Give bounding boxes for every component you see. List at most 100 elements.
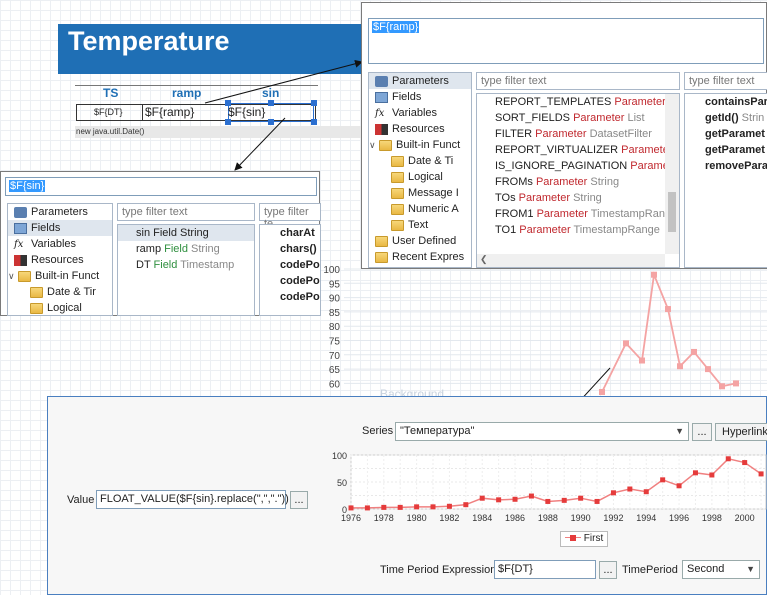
method-item[interactable]: codePo xyxy=(260,273,320,289)
list-item[interactable]: SORT_FIELDS Parameter List xyxy=(477,110,679,126)
sin-filter-input[interactable]: type filter text xyxy=(117,203,255,221)
list-item[interactable]: FROM1 Parameter TimestampRang xyxy=(477,206,679,222)
chevron-down-icon[interactable]: ∨ xyxy=(369,137,379,153)
sin-method-list[interactable]: charAt chars() codePo codePo codePo xyxy=(259,224,321,316)
method-item[interactable]: removePara xyxy=(685,158,767,174)
data-point xyxy=(627,486,633,492)
value-ellipsis-button[interactable]: ... xyxy=(290,491,308,509)
ramp_editor-tree-item[interactable]: User Defined xyxy=(369,233,471,249)
data-point xyxy=(479,495,485,501)
sin-item-list[interactable]: sin Field String ramp Field String DT Fiel… xyxy=(117,224,255,316)
list-item[interactable]: ramp Field String xyxy=(118,241,254,257)
ramp_editor-tree-item[interactable]: Text xyxy=(369,217,471,233)
series-ellipsis-button[interactable]: ... xyxy=(692,423,712,441)
item-name: SORT_FIELDS xyxy=(495,112,570,124)
list-item[interactable]: DT Field Timestamp xyxy=(118,257,254,273)
resources-icon xyxy=(375,123,388,135)
folder-icon xyxy=(391,155,404,167)
ramp_editor-tree-item[interactable]: Parameters xyxy=(369,73,471,89)
method-item[interactable]: chars() xyxy=(260,241,320,257)
y-tick-label: 100 xyxy=(323,265,340,276)
x-tick-label: 1988 xyxy=(538,513,558,523)
ramp_editor-tree-item[interactable]: Date & Ti xyxy=(369,153,471,169)
method-item[interactable]: containsPara xyxy=(685,94,767,110)
report-cell-dt[interactable]: $F{DT} xyxy=(94,107,123,117)
method-item[interactable]: getId() Strin xyxy=(685,110,767,126)
list-item[interactable]: FROMs Parameter String xyxy=(477,174,679,190)
sin_editor-tree-item[interactable]: fx Variables xyxy=(8,236,112,252)
data-point xyxy=(610,490,616,496)
sin_editor-tree-item[interactable]: Fields xyxy=(8,220,112,236)
sin-category-tree[interactable]: Parameters Fields fx Variables Resources ∨ Bui… xyxy=(7,203,113,316)
method-item[interactable]: codePo xyxy=(260,289,320,305)
folder-icon xyxy=(375,251,388,263)
value-expression-input[interactable]: FLOAT_VALUE($F{sin}.replace(",",".")) xyxy=(96,490,289,509)
fields-icon xyxy=(375,91,388,103)
method-item[interactable]: codePo xyxy=(260,257,320,273)
sin-method-filter-input[interactable]: type filter te xyxy=(259,203,321,230)
list-item[interactable]: sin Field String xyxy=(118,225,254,241)
method-item[interactable]: charAt xyxy=(260,225,320,241)
ramp-list-scrollbar[interactable] xyxy=(665,94,679,254)
list-item[interactable]: TO1 Parameter TimestampRange xyxy=(477,222,679,238)
scroll-left-icon[interactable]: ❮ xyxy=(480,254,488,265)
sin_editor-tree-item[interactable]: Parameters xyxy=(8,204,112,220)
ramp-expression-input[interactable]: $F{ramp} xyxy=(368,18,764,64)
selection-handle[interactable] xyxy=(268,119,274,125)
item-type: String xyxy=(573,192,602,204)
sin_editor-tree-item[interactable]: Logical xyxy=(8,300,112,315)
method-name: chars() xyxy=(280,243,317,255)
data-point xyxy=(561,497,567,503)
list-item[interactable]: REPORT_VIRTUALIZER Parameter JR xyxy=(477,142,679,158)
ramp_editor-tree-item[interactable]: Numeric A xyxy=(369,201,471,217)
ramp_editor-tree-item[interactable]: Message I xyxy=(369,185,471,201)
report-column-ts: TS xyxy=(103,86,119,100)
sin_editor-tree-item[interactable]: ∨ Built-in Funct xyxy=(8,268,112,284)
selection-handle[interactable] xyxy=(225,100,231,106)
x-tick-label: 1998 xyxy=(702,513,722,523)
series-select[interactable]: "Температура" ▼ xyxy=(395,422,689,441)
ramp-method-filter-input[interactable]: type filter text xyxy=(684,72,767,90)
list-item[interactable]: IS_IGNORE_PAGINATION Parameter xyxy=(477,158,679,174)
ramp-filter-input[interactable]: type filter text xyxy=(476,72,680,90)
chevron-down-icon[interactable]: ∨ xyxy=(8,268,18,284)
ramp_editor-tree-item[interactable]: ∨ Built-in Funct xyxy=(369,137,471,153)
selection-handle[interactable] xyxy=(225,119,231,125)
tree-item-label: Parameters xyxy=(392,75,449,87)
item-name: ramp xyxy=(136,243,162,255)
list-item[interactable]: FILTER Parameter DatasetFilter xyxy=(477,126,679,142)
ramp_editor-tree-item[interactable]: Recent Expres xyxy=(369,249,471,265)
method-item[interactable]: getParamet xyxy=(685,126,767,142)
tree-item-label: Variables xyxy=(31,238,77,250)
selection-handle[interactable] xyxy=(311,100,317,106)
list-item[interactable]: TOs Parameter String xyxy=(477,190,679,206)
sin-expression-input[interactable]: $F{sin} xyxy=(5,177,317,196)
ramp_editor-tree-item[interactable]: Fields xyxy=(369,89,471,105)
ramp-list-hscroll[interactable]: ❮ xyxy=(477,254,665,267)
tree-item-label: Resources xyxy=(31,254,84,266)
hyperlink-button[interactable]: Hyperlink xyxy=(715,423,767,441)
data-point xyxy=(709,472,715,478)
method-item[interactable]: getParamet xyxy=(685,142,767,158)
time-period-expression-input[interactable]: $F{DT} xyxy=(494,560,596,579)
parameters-icon xyxy=(375,75,388,87)
selection-handle[interactable] xyxy=(268,100,274,106)
ramp-method-list[interactable]: containsPara getId() Strin getParamet get… xyxy=(684,93,767,268)
list-item[interactable]: REPORT_TEMPLATES Parameter Co xyxy=(477,94,679,110)
ramp_editor-tree-item[interactable]: fx Variables xyxy=(369,105,471,121)
sin_editor-tree-item[interactable]: Date & Tir xyxy=(8,284,112,300)
ramp-category-tree[interactable]: Parameters Fields fx Variables Resources ∨ Bui… xyxy=(368,72,472,268)
x-tick-label: 1986 xyxy=(505,513,525,523)
time-period-select[interactable]: Second ▼ xyxy=(682,560,760,579)
ramp_editor-tree-item[interactable]: Logical xyxy=(369,169,471,185)
item-type: String xyxy=(180,227,209,239)
time-period-ellipsis-button[interactable]: ... xyxy=(599,561,617,579)
selection-handle[interactable] xyxy=(311,119,317,125)
scrollbar-thumb[interactable] xyxy=(668,192,676,232)
sin_editor-tree-item[interactable]: Resources xyxy=(8,252,112,268)
ramp-item-list[interactable]: REPORT_TEMPLATES Parameter CoSORT_FIELDS… xyxy=(476,93,680,268)
tree-item-label: Date & Ti xyxy=(408,155,454,167)
y-tick-label: 90 xyxy=(329,294,341,305)
ramp_editor-tree-item[interactable]: Resources xyxy=(369,121,471,137)
x-tick-label: 1982 xyxy=(439,513,459,523)
